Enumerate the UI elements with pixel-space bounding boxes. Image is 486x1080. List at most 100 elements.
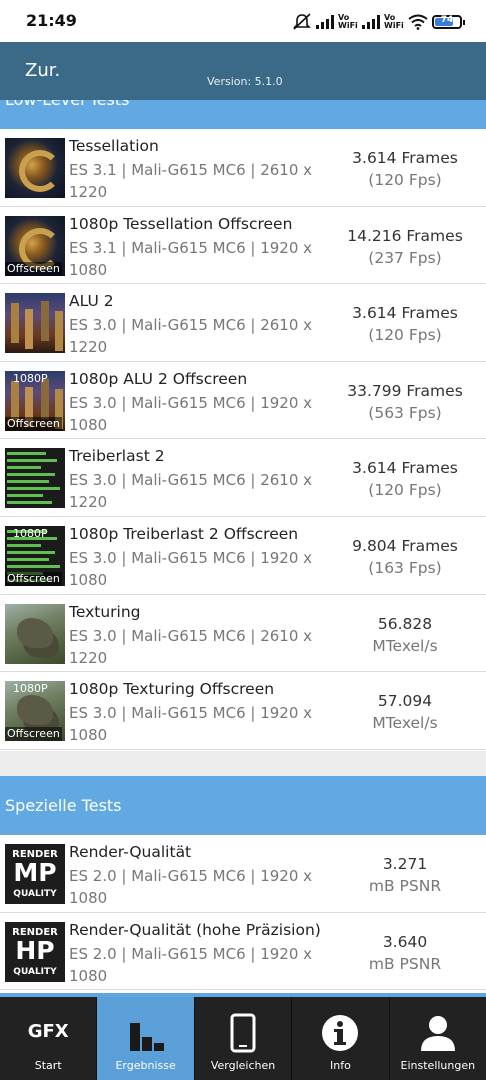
- thumb-badge-main: HP: [15, 935, 55, 965]
- test-result-row[interactable]: 1080P Offscreen 1080p Treiberlast 2 Offs…: [0, 516, 486, 595]
- result-unit: mB PSNR: [368, 877, 442, 895]
- test-title: 1080p ALU 2 Offscreen: [69, 369, 248, 388]
- test-result-row[interactable]: Offscreen 1080p Tessellation Offscreen E…: [0, 206, 486, 285]
- nav-label: Start: [34, 1059, 62, 1072]
- test-result-row[interactable]: 1080P Offscreen 1080p ALU 2 Offscreen ES…: [0, 361, 486, 440]
- result-value: 14.216 Frames: [347, 226, 463, 245]
- render-quality-thumbnail: RENDER MP QUALITY: [5, 844, 65, 904]
- result-unit: (120 Fps): [368, 171, 442, 189]
- result-value: 3.614 Frames: [352, 304, 458, 323]
- status-icons: Vo WiFi Vo WiFi 74: [292, 10, 465, 34]
- test-title: ALU 2: [69, 292, 114, 311]
- tessellation-thumbnail: Offscreen: [5, 215, 65, 276]
- test-api-info: ES 2.0 | Mali-G615 MC6 | 1920 x 1080: [69, 944, 313, 985]
- result-unit: mB PSNR: [368, 954, 442, 973]
- test-result: 33.799 Frames (563 Fps): [330, 380, 480, 424]
- texturing-thumbnail: 1080P Offscreen: [5, 681, 65, 742]
- test-result-row[interactable]: 1080P Offscreen 1080p Texturing Offscree…: [0, 672, 486, 750]
- test-result: 3.640 mB PSNR: [330, 931, 480, 975]
- thumb-badge-bottom: Offscreen: [5, 727, 62, 742]
- test-title: 1080p Treiberlast 2 Offscreen: [69, 524, 299, 543]
- test-title: Texturing: [69, 602, 141, 621]
- nav-label: Einstellungen: [400, 1059, 476, 1072]
- result-value: 3.271: [382, 855, 428, 873]
- test-title: Render-Qualität: [69, 843, 192, 861]
- result-value: 57.094: [377, 692, 433, 711]
- result-value: 56.828: [377, 614, 433, 633]
- test-api-info: ES 3.0 | Mali-G615 MC6 | 1920 x 1080: [69, 704, 313, 745]
- section-header-special: Spezielle Tests: [0, 776, 486, 835]
- nav-label: Ergebnisse: [115, 1059, 176, 1072]
- nav-info[interactable]: Info: [292, 997, 390, 1080]
- tessellation-thumbnail: [5, 138, 65, 198]
- nav-results[interactable]: Ergebnisse: [97, 997, 195, 1080]
- clock: 21:49: [26, 11, 77, 30]
- thumb-badge-top: 1080P: [13, 526, 48, 540]
- test-result-row[interactable]: RENDER HP QUALITY Render-Qualität (hohe …: [0, 912, 486, 991]
- battery-level: 74: [440, 15, 454, 25]
- test-result: 14.216 Frames (237 Fps): [330, 225, 480, 269]
- app-header: Zur. Version: 5.1.0: [0, 42, 486, 100]
- test-title: Tessellation: [69, 137, 159, 155]
- test-api-info: ES 3.1 | Mali-G615 MC6 | 2610 x 1220: [69, 161, 313, 201]
- test-result-row[interactable]: Tessellation ES 3.1 | Mali-G615 MC6 | 26…: [0, 129, 486, 207]
- result-value: 3.614 Frames: [352, 459, 458, 478]
- special-test-list: RENDER MP QUALITY Render-Qualität ES 2.0…: [0, 835, 486, 991]
- render-quality-thumbnail: RENDER HP QUALITY: [5, 921, 65, 982]
- test-title: 1080p Texturing Offscreen: [69, 680, 275, 699]
- result-unit: (163 Fps): [368, 558, 442, 577]
- back-button[interactable]: Zur.: [25, 60, 60, 81]
- vowifi-label: Vo WiFi: [384, 13, 404, 30]
- nav-compare[interactable]: Vergleichen: [195, 997, 293, 1080]
- test-api-info: ES 3.0 | Mali-G615 MC6 | 2610 x 1220: [69, 316, 313, 357]
- test-title: Render-Qualität (hohe Präzision): [69, 920, 321, 939]
- thumb-badge-bottom: QUALITY: [13, 889, 57, 899]
- wifi-icon: [408, 14, 428, 30]
- test-result: 3.614 Frames (120 Fps): [330, 302, 480, 346]
- section-title: Spezielle Tests: [5, 796, 122, 815]
- test-api-info: ES 3.0 | Mali-G615 MC6 | 1920 x 1080: [69, 548, 313, 589]
- texturing-thumbnail: [5, 603, 65, 664]
- nav-settings[interactable]: Einstellungen: [390, 997, 486, 1080]
- info-icon: [322, 1015, 359, 1051]
- thumb-badge-bottom: QUALITY: [13, 966, 57, 977]
- thumb-badge-bottom: Offscreen: [5, 261, 62, 276]
- mute-icon: [293, 13, 311, 30]
- result-unit: (563 Fps): [368, 403, 442, 422]
- test-api-info: ES 3.1 | Mali-G615 MC6 | 1920 x 1080: [69, 238, 313, 279]
- smartphone-icon: [230, 1013, 256, 1053]
- test-title: 1080p Tessellation Offscreen: [69, 214, 293, 233]
- signal-icon: [316, 15, 334, 29]
- result-value: 33.799 Frames: [347, 381, 463, 400]
- thumb-badge-bottom: Offscreen: [5, 571, 62, 586]
- bar-chart-icon: [129, 1023, 164, 1051]
- low-level-test-list: Tessellation ES 3.1 | Mali-G615 MC6 | 26…: [0, 129, 486, 750]
- test-api-info: ES 3.0 | Mali-G615 MC6 | 1920 x 1080: [69, 393, 313, 434]
- test-result-row[interactable]: Treiberlast 2 ES 3.0 | Mali-G615 MC6 | 2…: [0, 439, 486, 517]
- nav-label: Info: [330, 1059, 351, 1072]
- section-title: Low-Level Tests: [5, 100, 129, 109]
- test-api-info: ES 3.0 | Mali-G615 MC6 | 2610 x 1220: [69, 471, 313, 512]
- version-label: Version: 5.1.0: [207, 75, 283, 88]
- section-header-low-level: Low-Level Tests: [0, 100, 486, 129]
- thumb-badge-top: 1080P: [13, 682, 48, 696]
- signal-icon: [362, 15, 380, 29]
- test-title: Treiberlast 2: [69, 447, 165, 466]
- result-unit: MTexel/s: [372, 636, 438, 655]
- bottom-navigation: GFX Start Ergebnisse Vergleichen Info Ei…: [0, 997, 486, 1080]
- status-bar: 21:49 Vo WiFi Vo WiFi 74: [0, 0, 486, 42]
- test-result-row[interactable]: RENDER MP QUALITY Render-Qualität ES 2.0…: [0, 835, 486, 913]
- result-unit: (120 Fps): [368, 326, 442, 345]
- nav-start[interactable]: GFX Start: [0, 997, 98, 1080]
- thumb-badge-bottom: Offscreen: [5, 416, 62, 431]
- test-result-row[interactable]: ALU 2 ES 3.0 | Mali-G615 MC6 | 2610 x 12…: [0, 284, 486, 362]
- test-result-row[interactable]: Texturing ES 3.0 | Mali-G615 MC6 | 2610 …: [0, 594, 486, 673]
- test-result: 56.828 MTexel/s: [330, 613, 480, 657]
- driver-overhead-thumbnail: [5, 448, 65, 509]
- result-unit: (120 Fps): [368, 481, 442, 500]
- battery-icon: 74: [432, 15, 465, 29]
- gfx-logo-icon: GFX: [27, 1021, 69, 1042]
- section-divider: [0, 751, 486, 776]
- nav-label: Vergleichen: [210, 1059, 276, 1072]
- test-result: 3.614 Frames (120 Fps): [330, 457, 480, 501]
